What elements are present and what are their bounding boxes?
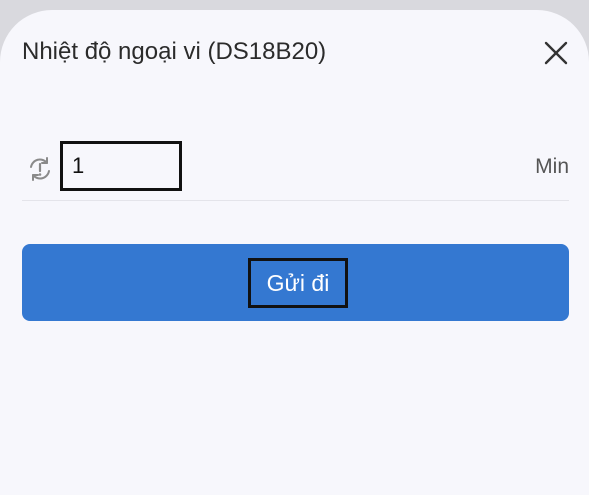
send-button-label: Gửi đi — [248, 258, 348, 308]
close-icon[interactable] — [541, 38, 571, 68]
interval-setting-row: Min — [22, 138, 569, 201]
interval-value-box — [60, 141, 182, 191]
send-button[interactable]: Gửi đi — [22, 244, 569, 321]
dialog-header: Nhiệt độ ngoại vi (DS18B20) — [22, 34, 571, 70]
dialog-title: Nhiệt độ ngoại vi (DS18B20) — [22, 38, 327, 65]
sync-alert-icon — [26, 155, 54, 183]
interval-unit-label: Min — [535, 155, 569, 178]
interval-value-input[interactable] — [72, 153, 172, 179]
bottom-sheet-dialog: Nhiệt độ ngoại vi (DS18B20) Min Gửi đi — [0, 10, 589, 495]
